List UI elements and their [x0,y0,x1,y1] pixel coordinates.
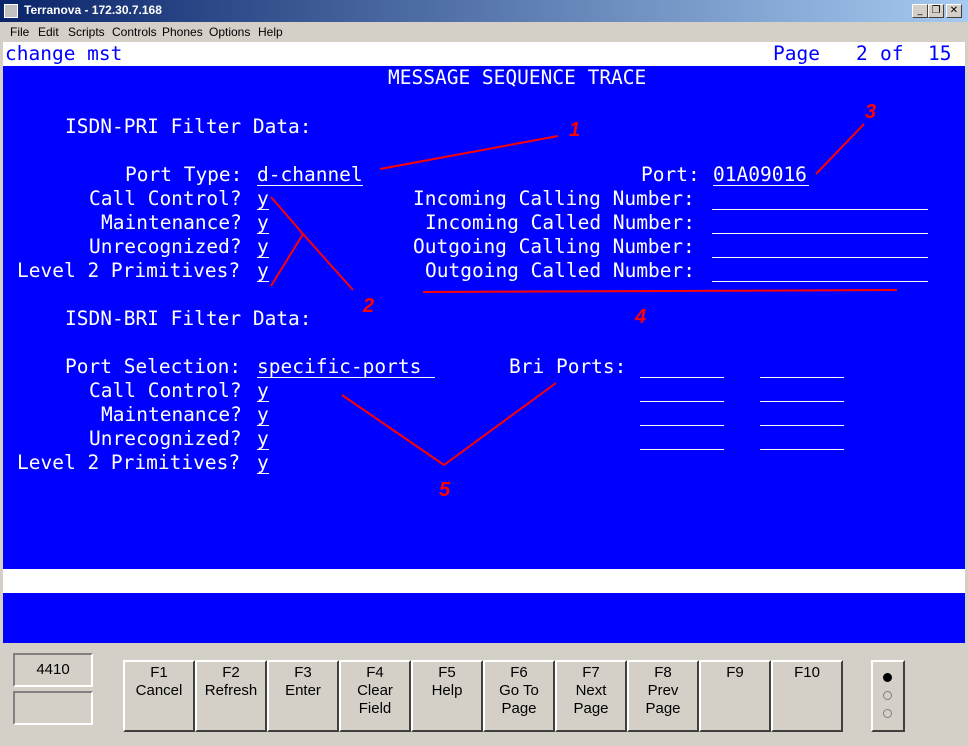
fkey-name: F3 [294,664,312,681]
f6-go-to-page-button[interactable]: F6 Go To Page [483,660,555,732]
annotation-line-5b [443,382,557,466]
f4-clear-field-button[interactable]: F4 Clear Field [339,660,411,732]
menu-scripts[interactable]: Scripts [68,25,105,39]
fkey-label: Prev Page [645,682,681,717]
fkey-label: Enter [285,682,321,699]
annotation-4: 4 [635,306,647,328]
window-title: Terranova - 172.30.7.168 [24,3,162,17]
menu-bar: File Edit Scripts Controls Phones Option… [0,22,968,42]
annotation-line-3 [815,123,865,175]
f8-prev-page-button[interactable]: F8 Prev Page [627,660,699,732]
annotation-line-1 [379,135,559,170]
fkey-name: F9 [726,664,744,681]
fkey-name: F1 [150,664,168,681]
annotation-line-2b [270,233,304,287]
f7-next-page-button[interactable]: F7 Next Page [555,660,627,732]
fkey-name: F5 [438,664,456,681]
annotation-overlay [270,123,898,466]
radio-option-2[interactable] [883,691,892,700]
function-key-panel: 4410 F1 Cancel F2 Refresh F3 Enter F4 Cl… [0,643,968,746]
f9-button[interactable]: F9 [699,660,771,732]
annotation-3: 3 [865,101,877,123]
fkey-name: F6 [510,664,528,681]
fkey-name: F2 [222,664,240,681]
page-radio-group [871,660,905,732]
menu-file[interactable]: File [10,25,29,39]
f1-cancel-button[interactable]: F1 Cancel [123,660,195,732]
annotation-line-2a [270,196,304,235]
restore-button[interactable]: ❐ [928,4,944,18]
f3-enter-button[interactable]: F3 Enter [267,660,339,732]
annotation-1: 1 [569,119,581,141]
menu-phones[interactable]: Phones [162,25,203,39]
fkey-label: Clear Field [357,682,393,717]
fkey-name: F10 [794,664,820,681]
menu-options[interactable]: Options [209,25,250,39]
fkey-name: F4 [366,664,384,681]
menu-help[interactable]: Help [258,25,283,39]
close-button[interactable]: ✕ [946,4,962,18]
f2-refresh-button[interactable]: F2 Refresh [195,660,267,732]
radio-option-3[interactable] [883,709,892,718]
f10-button[interactable]: F10 [771,660,843,732]
fkey-name: F7 [582,664,600,681]
terminal-screen[interactable]: change mst Page 2 of 15 MESSAGE SEQUENCE… [3,42,965,643]
station-status [13,691,93,725]
title-bar: Terranova - 172.30.7.168 _ ❐ ✕ [0,0,968,22]
fkey-label: Go To Page [499,682,539,717]
menu-controls[interactable]: Controls [112,25,157,39]
f5-help-button[interactable]: F5 Help [411,660,483,732]
fkey-label: Refresh [204,682,258,699]
station-number: 4410 [13,653,93,687]
menu-edit[interactable]: Edit [38,25,59,39]
minimize-button[interactable]: _ [912,4,928,18]
app-icon[interactable] [4,4,18,18]
fkey-label: Cancel [135,682,183,699]
annotation-5: 5 [439,479,451,501]
annotation-line-4 [422,289,898,293]
fkey-label: Next Page [573,682,609,717]
radio-option-1[interactable] [883,673,892,682]
fkey-label: Help [431,682,463,699]
annotation-line-2c [302,233,354,291]
fkey-name: F8 [654,664,672,681]
annotation-line-5a [341,394,445,466]
annotation-2: 2 [363,295,375,317]
